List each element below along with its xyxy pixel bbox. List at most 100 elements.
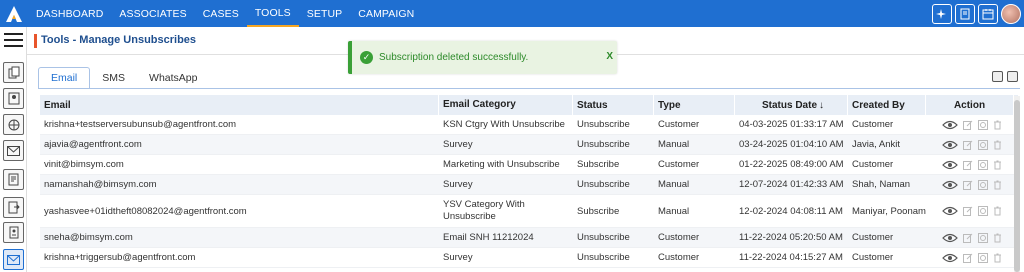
channel-tabs: Email SMS WhatsApp [38,67,209,89]
table-header: Email Email Category Status Type Status … [40,95,1018,115]
eye-icon[interactable] [942,160,958,170]
history-icon[interactable] [978,252,988,263]
table-scrollbar[interactable] [1014,96,1020,272]
trash-icon[interactable] [993,253,1002,263]
cell-category: Survey [443,138,473,150]
unsubscribe-email-icon[interactable] [3,249,24,270]
eye-icon[interactable] [942,233,958,243]
cell-status: Unsubscribe [577,139,630,150]
search-icon[interactable] [992,71,1003,82]
header-status-date[interactable]: Status Date ↓ [735,95,848,115]
cell-status-date: 01-22-2025 08:49:00 AM [739,159,844,170]
edit-icon[interactable] [963,160,973,170]
header-category[interactable]: Email Category [439,95,573,115]
trash-icon[interactable] [993,120,1002,130]
history-icon[interactable] [978,119,988,130]
header-type[interactable]: Type [654,95,735,115]
calendar-icon[interactable] [978,3,998,24]
history-icon[interactable] [978,159,988,170]
header-status[interactable]: Status [573,95,654,115]
cell-email: vinit@bimsym.com [44,159,124,170]
avatar[interactable] [1001,3,1021,24]
table-row[interactable]: krishna+triggersub@agentfront.com Survey U… [40,248,1018,268]
trash-icon[interactable] [993,160,1002,170]
copy-icon[interactable] [3,62,24,83]
nav-dashboard[interactable]: DASHBOARD [28,0,111,27]
id-badge-icon[interactable] [3,222,24,243]
table-row[interactable]: sneha@bimsym.com Email SNH 11212024 Unsubs… [40,228,1018,248]
document-edit-icon[interactable] [3,169,24,190]
nav-campaign[interactable]: CAMPAIGN [350,0,422,27]
cell-status: Unsubscribe [577,252,630,263]
scrollbar-thumb[interactable] [1014,100,1020,272]
header-action: Action [926,95,1014,115]
table-row[interactable]: vinit@bimsym.com Marketing with Unsubscri… [40,155,1018,175]
history-icon[interactable] [978,179,988,190]
eye-icon[interactable] [942,120,958,130]
edit-icon[interactable] [963,233,973,243]
edit-icon[interactable] [963,140,973,150]
cell-type: Manual [658,205,690,217]
cell-email: sneha@bimsym.com [44,232,133,243]
tabs-divider [38,88,1020,89]
table-row[interactable]: yashasvee+01idtheft08082024@agentfront.c… [40,195,1018,228]
contact-card-icon[interactable] [3,88,24,109]
edit-icon[interactable] [963,253,973,263]
globe-icon[interactable] [3,114,24,135]
cell-category: Survey [443,178,473,190]
table-row[interactable]: namanshah@bimsym.com Survey Unsubscribe Man… [40,175,1018,195]
menu-icon[interactable] [4,33,23,47]
cell-type: Customer [658,119,700,130]
success-toast: ✓ Subscription deleted successfully. X [348,41,617,74]
trash-icon[interactable] [993,233,1002,243]
eye-icon[interactable] [942,180,958,190]
trash-icon[interactable] [993,180,1002,190]
header-email[interactable]: Email [40,95,439,115]
nav-associates[interactable]: ASSOCIATES [111,0,194,27]
nav-tools[interactable]: TOOLS [246,0,299,27]
eye-icon[interactable] [942,206,958,216]
email-icon[interactable] [3,140,24,161]
trash-icon[interactable] [993,206,1002,216]
trash-icon[interactable] [993,140,1002,150]
history-icon[interactable] [978,139,988,150]
header-created-by[interactable]: Created By [848,95,926,115]
page-title: Tools - Manage Unsubscribes [41,34,197,46]
header-status-date-label: Status Date [761,99,817,111]
cell-created-by: Customer [852,252,894,263]
edit-icon[interactable] [963,206,973,216]
tab-whatsapp[interactable]: WhatsApp [137,67,209,89]
nav-setup[interactable]: SETUP [299,0,351,27]
cell-email: krishna+triggersub@agentfront.com [44,252,196,263]
cell-status: Unsubscribe [577,119,630,130]
unsubscribe-table: Email Email Category Status Type Status … [40,95,1018,268]
eye-icon[interactable] [942,140,958,150]
edit-icon[interactable] [963,180,973,190]
sparkle-icon[interactable] [932,3,952,24]
cell-type: Customer [658,252,700,263]
cell-status: Unsubscribe [577,232,630,243]
document-check-icon[interactable] [955,3,975,24]
cell-category: Email SNH 11212024 [443,231,534,243]
history-icon[interactable] [978,206,988,216]
cell-email: yashasvee+01idtheft08082024@agentfront.c… [44,205,247,217]
tab-email[interactable]: Email [38,67,91,89]
nav-cases[interactable]: CASES [195,0,247,27]
cell-email: ajavia@agentfront.com [44,139,142,150]
cell-status-date: 12-02-2024 04:08:11 AM [739,205,843,217]
cell-status-date: 04-03-2025 01:33:17 AM [739,119,844,130]
app-logo[interactable] [0,0,28,27]
check-circle-icon: ✓ [360,51,373,64]
edit-icon[interactable] [963,120,973,130]
tab-sms[interactable]: SMS [90,67,137,89]
cell-type: Customer [658,232,700,243]
table-row[interactable]: krishna+testserversubunsub@agentfront.co… [40,115,1018,135]
eye-icon[interactable] [942,253,958,263]
table-body: krishna+testserversubunsub@agentfront.co… [40,115,1018,268]
history-icon[interactable] [978,232,988,243]
document-export-icon[interactable] [3,197,24,218]
table-row[interactable]: ajavia@agentfront.com Survey Unsubscribe Ma… [40,135,1018,155]
toast-close-button[interactable]: X [606,51,613,62]
row-actions [926,115,1014,134]
print-icon[interactable] [1007,71,1018,82]
